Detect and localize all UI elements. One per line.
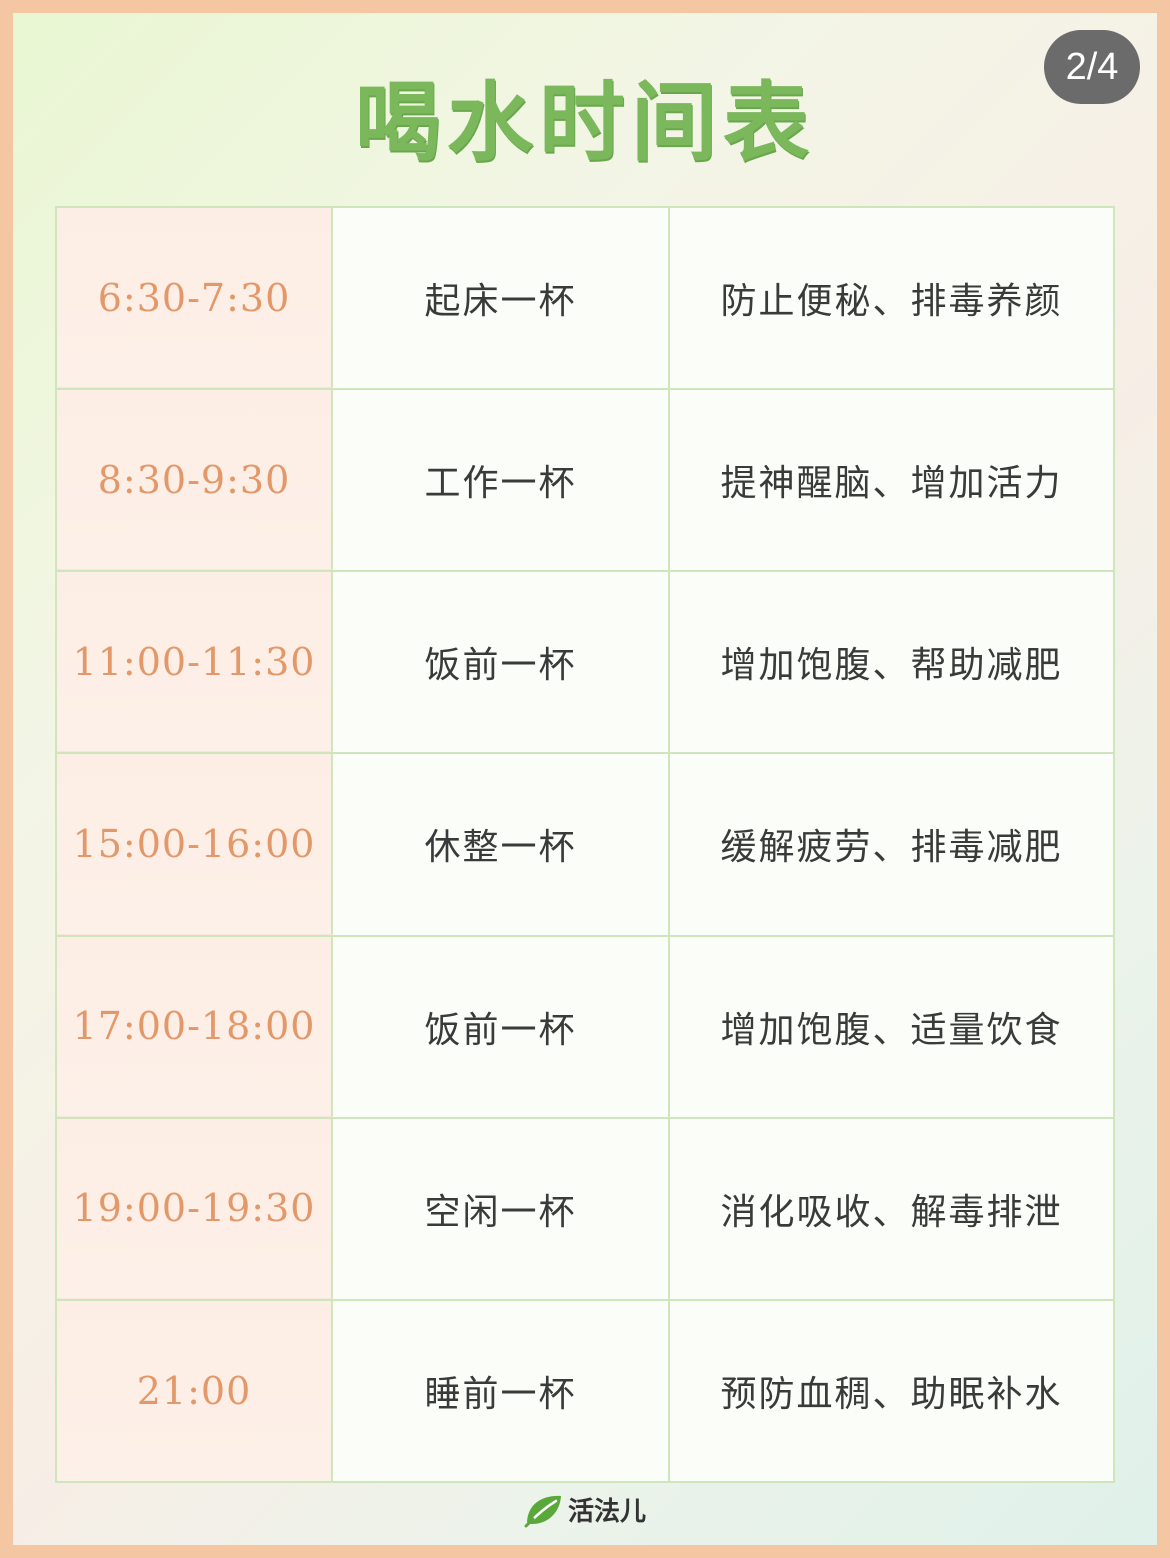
schedule-table: 6:30-7:30 起床一杯 防止便秘、排毒养颜 8:30-9:30 工作一杯 … <box>55 206 1115 1483</box>
drink-name-cell: 饭前一杯 <box>333 572 670 753</box>
brand-watermark: 活法儿 <box>13 1491 1157 1528</box>
time-cell: 6:30-7:30 <box>57 208 333 389</box>
benefit-cell: 增加饱腹、适量饮食 <box>720 1009 1063 1051</box>
table-row: 15:00-16:00 休整一杯 缓解疲劳、排毒减肥 <box>57 754 1113 937</box>
page-title: 喝水时间表 <box>355 72 815 173</box>
table-row: 11:00-11:30 饭前一杯 增加饱腹、帮助减肥 <box>57 572 1113 755</box>
benefit-cell: 预防血稠、助眠补水 <box>720 1373 1063 1415</box>
table-row: 19:00-19:30 空闲一杯 消化吸收、解毒排泄 <box>57 1118 1113 1301</box>
table-row: 21:00 睡前一杯 预防血稠、助眠补水 <box>57 1300 1113 1481</box>
benefit-cell: 缓解疲劳、排毒减肥 <box>720 827 1063 869</box>
benefit-cell: 消化吸收、解毒排泄 <box>720 1191 1063 1233</box>
benefit-cell: 提神醒脑、增加活力 <box>720 463 1063 505</box>
time-cell: 17:00-18:00 <box>57 936 333 1117</box>
drink-name-cell: 休整一杯 <box>333 754 670 935</box>
table-row: 17:00-18:00 饭前一杯 增加饱腹、适量饮食 <box>57 936 1113 1119</box>
time-cell: 19:00-19:30 <box>57 1118 333 1299</box>
leaf-icon <box>524 1495 561 1527</box>
time-cell: 8:30-9:30 <box>57 390 333 571</box>
drink-name-cell: 饭前一杯 <box>333 936 670 1117</box>
time-cell: 15:00-16:00 <box>57 754 333 935</box>
drink-name-cell: 空闲一杯 <box>333 1118 670 1299</box>
table-row: 6:30-7:30 起床一杯 防止便秘、排毒养颜 <box>57 208 1113 391</box>
drink-name-cell: 睡前一杯 <box>333 1300 670 1481</box>
time-cell: 21:00 <box>57 1300 333 1481</box>
drink-name-cell: 工作一杯 <box>333 390 670 571</box>
benefit-cell: 增加饱腹、帮助减肥 <box>720 645 1063 687</box>
poster-card: 喝水时间表 2/4 6:30-7:30 起床一杯 防止便秘、排毒养颜 8:30-… <box>13 13 1157 1545</box>
brand-name: 活法儿 <box>567 1497 646 1527</box>
table-row: 8:30-9:30 工作一杯 提神醒脑、增加活力 <box>57 390 1113 573</box>
page-indicator-badge: 2/4 <box>1044 30 1140 104</box>
time-cell: 11:00-11:30 <box>57 572 333 753</box>
benefit-cell: 防止便秘、排毒养颜 <box>720 281 1063 323</box>
drink-name-cell: 起床一杯 <box>333 208 670 389</box>
page-frame: 喝水时间表 2/4 6:30-7:30 起床一杯 防止便秘、排毒养颜 8:30-… <box>0 0 1170 1558</box>
